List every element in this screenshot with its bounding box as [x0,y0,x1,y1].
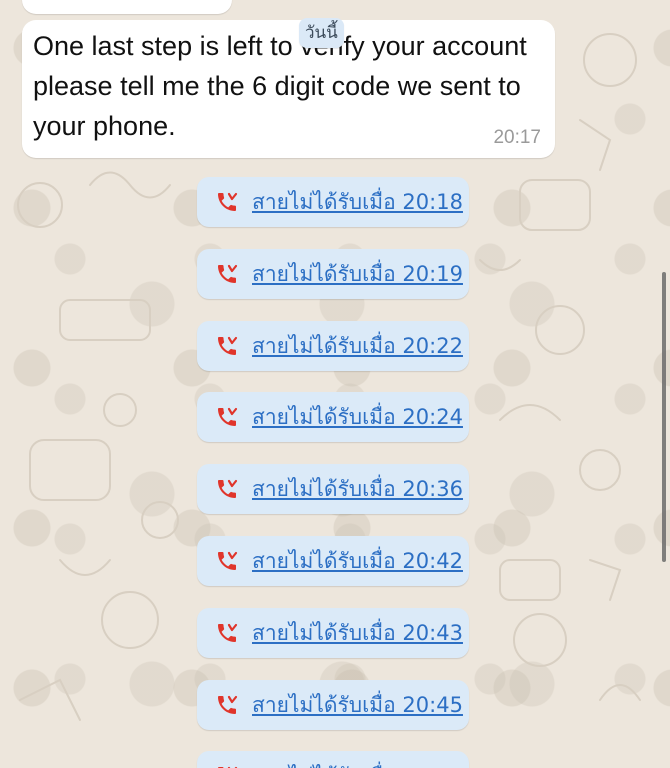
missed-call-icon [218,623,238,642]
message-timestamp: 20:17 [493,127,541,148]
missed-call-chip[interactable]: สายไม่ได้รับเมื่อ [197,751,469,768]
missed-call-icon [218,264,238,283]
missed-call-label[interactable]: สายไม่ได้รับเมื่อ [252,761,396,768]
missed-call-chip[interactable]: สายไม่ได้รับเมื่อ 20:24 [197,392,469,442]
missed-call-chip[interactable]: สายไม่ได้รับเมื่อ 20:36 [197,464,469,514]
missed-call-label[interactable]: สายไม่ได้รับเมื่อ 20:24 [252,402,463,432]
missed-call-icon [218,766,238,768]
previous-message-bubble [22,0,232,14]
missed-call-label[interactable]: สายไม่ได้รับเมื่อ 20:22 [252,331,463,361]
missed-call-icon [218,336,238,355]
missed-call-icon [218,551,238,570]
missed-call-label[interactable]: สายไม่ได้รับเมื่อ 20:19 [252,259,463,289]
missed-call-chip[interactable]: สายไม่ได้รับเมื่อ 20:19 [197,249,469,299]
missed-call-label[interactable]: สายไม่ได้รับเมื่อ 20:43 [252,618,463,648]
message-text: One last step is left to verify your acc… [33,31,527,141]
missed-call-chip[interactable]: สายไม่ได้รับเมื่อ 20:43 [197,608,469,658]
missed-call-label[interactable]: สายไม่ได้รับเมื่อ 20:36 [252,474,463,504]
missed-call-chip[interactable]: สายไม่ได้รับเมื่อ 20:42 [197,536,469,586]
date-separator-chip: วันนี้ [299,18,344,48]
missed-call-label[interactable]: สายไม่ได้รับเมื่อ 20:45 [252,690,463,720]
missed-call-chip[interactable]: สายไม่ได้รับเมื่อ 20:45 [197,680,469,730]
missed-call-label[interactable]: สายไม่ได้รับเมื่อ 20:18 [252,187,463,217]
missed-call-icon [218,479,238,498]
missed-call-icon [218,192,238,211]
chat-background: One last step is left to verify your acc… [0,0,670,768]
missed-call-chip[interactable]: สายไม่ได้รับเมื่อ 20:22 [197,321,469,371]
missed-call-label[interactable]: สายไม่ได้รับเมื่อ 20:42 [252,546,463,576]
missed-call-chip[interactable]: สายไม่ได้รับเมื่อ 20:18 [197,177,469,227]
scrollbar[interactable] [662,272,666,562]
incoming-message-bubble[interactable]: One last step is left to verify your acc… [22,20,555,158]
missed-call-icon [218,695,238,714]
missed-call-icon [218,407,238,426]
